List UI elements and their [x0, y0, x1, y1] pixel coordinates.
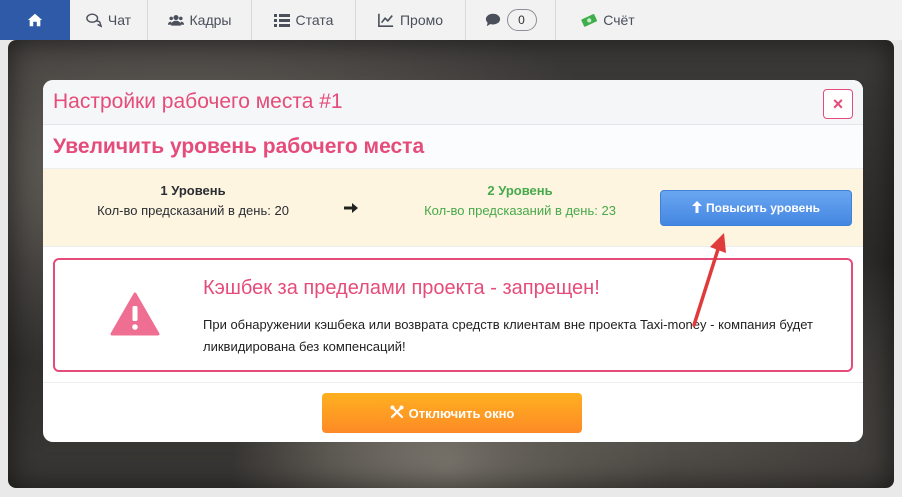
users-icon	[167, 12, 184, 28]
level-comparison: 1 Уровень Кол-во предсказаний в день: 20…	[43, 169, 863, 247]
tab-stats[interactable]: Стата	[252, 0, 356, 40]
tab-account-label: Счёт	[603, 12, 635, 28]
tab-promo[interactable]: Промо	[356, 0, 466, 40]
warning-text: При обнаружении кэшбека или возврата сре…	[203, 317, 813, 354]
modal-footer: Отключить окно	[43, 382, 863, 442]
upgrade-section-header: Увеличить уровень рабочего места	[43, 125, 863, 169]
home-icon	[27, 12, 43, 28]
current-level-name: 1 Уровень	[160, 183, 226, 198]
arrow-up-icon	[692, 200, 703, 216]
tab-promo-label: Промо	[399, 12, 444, 28]
current-level: 1 Уровень Кол-во предсказаний в день: 20	[43, 183, 343, 218]
close-button[interactable]: ×	[823, 89, 853, 119]
tools-icon	[390, 405, 404, 422]
tab-staff-label: Кадры	[189, 12, 232, 28]
tab-messages[interactable]: 0	[466, 0, 556, 40]
modal-header: Настройки рабочего места #1 ×	[43, 80, 863, 125]
tab-home[interactable]	[0, 0, 70, 40]
next-level-name: 2 Уровень	[487, 183, 553, 198]
chat-icon	[86, 12, 102, 28]
warning-title: Кэшбек за пределами проекта - запрещен!	[203, 277, 600, 299]
next-level: 2 Уровень Кол-во предсказаний в день: 23	[370, 183, 670, 218]
close-icon: ×	[832, 93, 844, 114]
tab-account[interactable]: Счёт	[556, 0, 660, 40]
tab-chat-label: Чат	[107, 12, 132, 28]
top-nav: Чат Кадры Стата Промо 0 Счёт	[0, 0, 902, 40]
upgrade-level-label: Повысить уровень	[706, 201, 820, 215]
annotation-arrow	[692, 233, 726, 327]
modal-title: Настройки рабочего места #1	[53, 90, 343, 113]
money-icon	[581, 12, 598, 28]
arrow-right-icon	[343, 200, 359, 216]
disable-window-button[interactable]: Отключить окно	[322, 393, 582, 433]
list-icon	[273, 12, 290, 28]
next-level-desc: Кол-во предсказаний в день: 23	[424, 203, 616, 218]
current-level-desc: Кол-во предсказаний в день: 20	[97, 203, 289, 218]
tab-stats-label: Стата	[295, 12, 334, 28]
messages-count-badge: 0	[506, 9, 537, 31]
comment-icon	[485, 12, 501, 28]
upgrade-level-button[interactable]: Повысить уровень	[660, 190, 852, 226]
upgrade-section-title: Увеличить уровень рабочего места	[53, 135, 425, 158]
tab-chat[interactable]: Чат	[70, 0, 148, 40]
chart-line-icon	[378, 12, 394, 28]
warning-triangle-icon	[110, 292, 160, 336]
disable-window-label: Отключить окно	[408, 405, 515, 421]
workplace-settings-modal: Настройки рабочего места #1 × Увеличить …	[43, 80, 863, 442]
tab-staff[interactable]: Кадры	[148, 0, 252, 40]
